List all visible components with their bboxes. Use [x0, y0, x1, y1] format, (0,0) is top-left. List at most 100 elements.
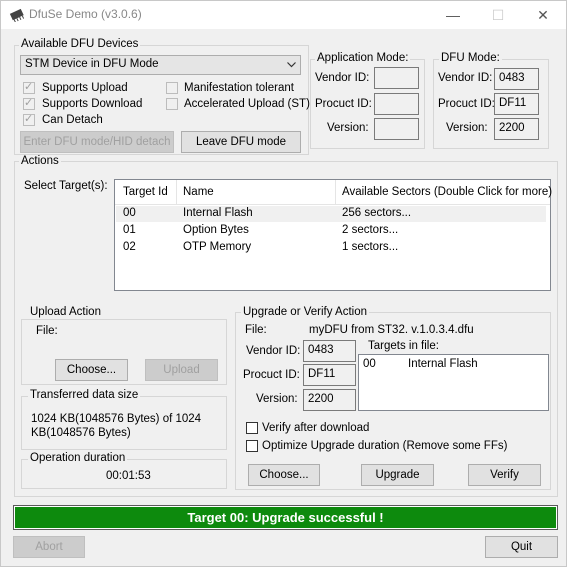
column-header-target-id[interactable]: Target Id [123, 186, 168, 198]
upgrade-choose-button[interactable]: Choose... [248, 464, 320, 486]
supports-upload-label: Supports Upload [42, 82, 128, 94]
upgrade-choose-label: Choose... [259, 469, 309, 481]
accelerated-upload-checkbox[interactable] [166, 98, 178, 110]
quit-button[interactable]: Quit [485, 536, 558, 558]
dfu-version-label: Version: [446, 122, 488, 134]
application-mode-label: Application Mode: [315, 52, 411, 64]
app-version-field[interactable] [374, 118, 419, 140]
verify-after-download-label: Verify after download [262, 422, 370, 434]
target-id-cell: 02 [123, 241, 136, 253]
file-target-id: 00 [363, 358, 376, 370]
device-select[interactable]: STM Device in DFU Mode [20, 55, 301, 75]
target-id-cell: 00 [123, 207, 136, 219]
check-icon: ✓ [24, 97, 34, 109]
targets-in-file-list[interactable]: 00 Internal Flash [358, 354, 549, 411]
table-row[interactable]: 02 OTP Memory 1 sectors... [116, 240, 546, 256]
verify-after-download-checkbox[interactable] [246, 422, 258, 434]
upgrade-vendor-id-label: Vendor ID: [246, 345, 301, 357]
close-button[interactable]: ✕ [520, 1, 566, 29]
table-row[interactable]: 01 Option Bytes 2 sectors... [116, 223, 546, 239]
check-icon: ✓ [24, 113, 34, 125]
dfu-version-field[interactable]: 2200 [494, 118, 539, 140]
title-bar[interactable]: DfuSe Demo (v3.0.6) — ☐ ✕ [1, 1, 566, 29]
dfu-mode-label: DFU Mode: [439, 52, 502, 64]
targets-list[interactable]: Target Id Name Available Sectors (Double… [114, 179, 552, 291]
leave-dfu-mode-button[interactable]: Leave DFU mode [181, 131, 301, 153]
status-bar: Target 00: Upgrade successful ! [13, 505, 558, 530]
targets-list-header: Target Id Name Available Sectors (Double… [115, 180, 552, 205]
app-vendor-id-field[interactable] [374, 67, 419, 89]
manifestation-tolerant-label: Manifestation tolerant [184, 82, 294, 94]
dfu-product-id-field[interactable]: DF11 [494, 93, 539, 115]
column-divider [176, 180, 177, 204]
table-row[interactable]: 00 Internal Flash 256 sectors... [116, 206, 546, 222]
column-header-name[interactable]: Name [183, 186, 214, 198]
target-sectors-cell: 2 sectors... [342, 224, 399, 236]
upgrade-vendor-id-field[interactable]: 0483 [303, 340, 356, 362]
supports-download-label: Supports Download [42, 98, 143, 110]
status-message: Target 00: Upgrade successful ! [15, 507, 556, 528]
verify-button-label: Verify [490, 469, 519, 481]
manifestation-tolerant-checkbox[interactable] [166, 82, 178, 94]
leave-dfu-mode-label: Leave DFU mode [195, 136, 287, 148]
upload-button-label: Upload [163, 364, 200, 376]
abort-button[interactable]: Abort [13, 536, 85, 558]
dfu-vendor-id-label: Vendor ID: [438, 72, 493, 84]
column-divider [335, 180, 336, 204]
target-name-cell: Option Bytes [183, 224, 249, 236]
dfuse-chip-icon [9, 8, 25, 22]
upgrade-verify-label: Upgrade or Verify Action [241, 306, 370, 318]
dfuse-window: DfuSe Demo (v3.0.6) — ☐ ✕ Available DFU … [0, 0, 567, 567]
device-select-value: STM Device in DFU Mode [25, 58, 159, 70]
enter-dfu-mode-label: Enter DFU mode/HID detach [23, 136, 171, 148]
quit-label: Quit [510, 541, 533, 553]
app-vendor-id-label: Vendor ID: [315, 72, 370, 84]
supports-download-checkbox[interactable]: ✓ [23, 97, 35, 110]
upload-file-label: File: [36, 325, 58, 337]
can-detach-checkbox[interactable]: ✓ [23, 113, 35, 126]
upload-action-label: Upload Action [28, 306, 103, 318]
verify-button[interactable]: Verify [468, 464, 541, 486]
supports-upload-checkbox[interactable]: ✓ [23, 81, 35, 94]
chevron-down-icon [287, 62, 296, 68]
upgrade-version-label: Version: [256, 393, 298, 405]
minimize-button[interactable]: — [430, 1, 476, 29]
operation-duration-value: 00:01:53 [106, 470, 151, 482]
maximize-icon: ☐ [491, 6, 505, 23]
minimize-icon: — [446, 7, 460, 23]
select-targets-label: Select Target(s): [24, 180, 108, 192]
maximize-button[interactable]: ☐ [475, 1, 521, 29]
upgrade-button-label: Upgrade [375, 469, 420, 481]
app-version-label: Version: [327, 122, 369, 134]
upgrade-product-id-field[interactable]: DF11 [303, 364, 356, 386]
optimize-upgrade-checkbox[interactable] [246, 440, 258, 452]
available-devices-label: Available DFU Devices [19, 38, 141, 50]
app-product-id-field[interactable] [374, 93, 419, 115]
dfu-vendor-id-field[interactable]: 0483 [494, 68, 539, 90]
actions-label: Actions [19, 155, 61, 167]
upgrade-version-field[interactable]: 2200 [303, 389, 356, 411]
app-product-id-label: Procuct ID: [315, 98, 372, 110]
upgrade-product-id-label: Procuct ID: [243, 369, 300, 381]
operation-duration-label: Operation duration [28, 452, 128, 464]
dfu-product-id-label: Procuct ID: [438, 98, 495, 110]
target-sectors-cell: 256 sectors... [342, 207, 412, 219]
abort-label: Abort [35, 541, 63, 553]
check-icon: ✓ [24, 81, 34, 93]
window-title: DfuSe Demo (v3.0.6) [29, 7, 142, 21]
upload-button[interactable]: Upload [145, 359, 218, 381]
targets-in-file-label: Targets in file: [368, 340, 439, 352]
upload-choose-button[interactable]: Choose... [55, 359, 128, 381]
transferred-size-label: Transferred data size [28, 389, 141, 401]
list-item[interactable]: 00 Internal Flash [359, 357, 548, 372]
can-detach-label: Can Detach [42, 114, 103, 126]
upgrade-file-name: myDFU from ST32. v.1.0.3.4.dfu [309, 324, 474, 336]
target-id-cell: 01 [123, 224, 136, 236]
column-header-sectors[interactable]: Available Sectors (Double Click for more… [342, 186, 552, 198]
target-sectors-cell: 1 sectors... [342, 241, 399, 253]
transferred-size-value: 1024 KB(1048576 Bytes) of 1024 KB(104857… [31, 413, 202, 439]
target-name-cell: Internal Flash [183, 207, 253, 219]
accelerated-upload-label: Accelerated Upload (ST) [184, 98, 310, 110]
upgrade-button[interactable]: Upgrade [361, 464, 434, 486]
enter-dfu-mode-button[interactable]: Enter DFU mode/HID detach [20, 131, 174, 153]
